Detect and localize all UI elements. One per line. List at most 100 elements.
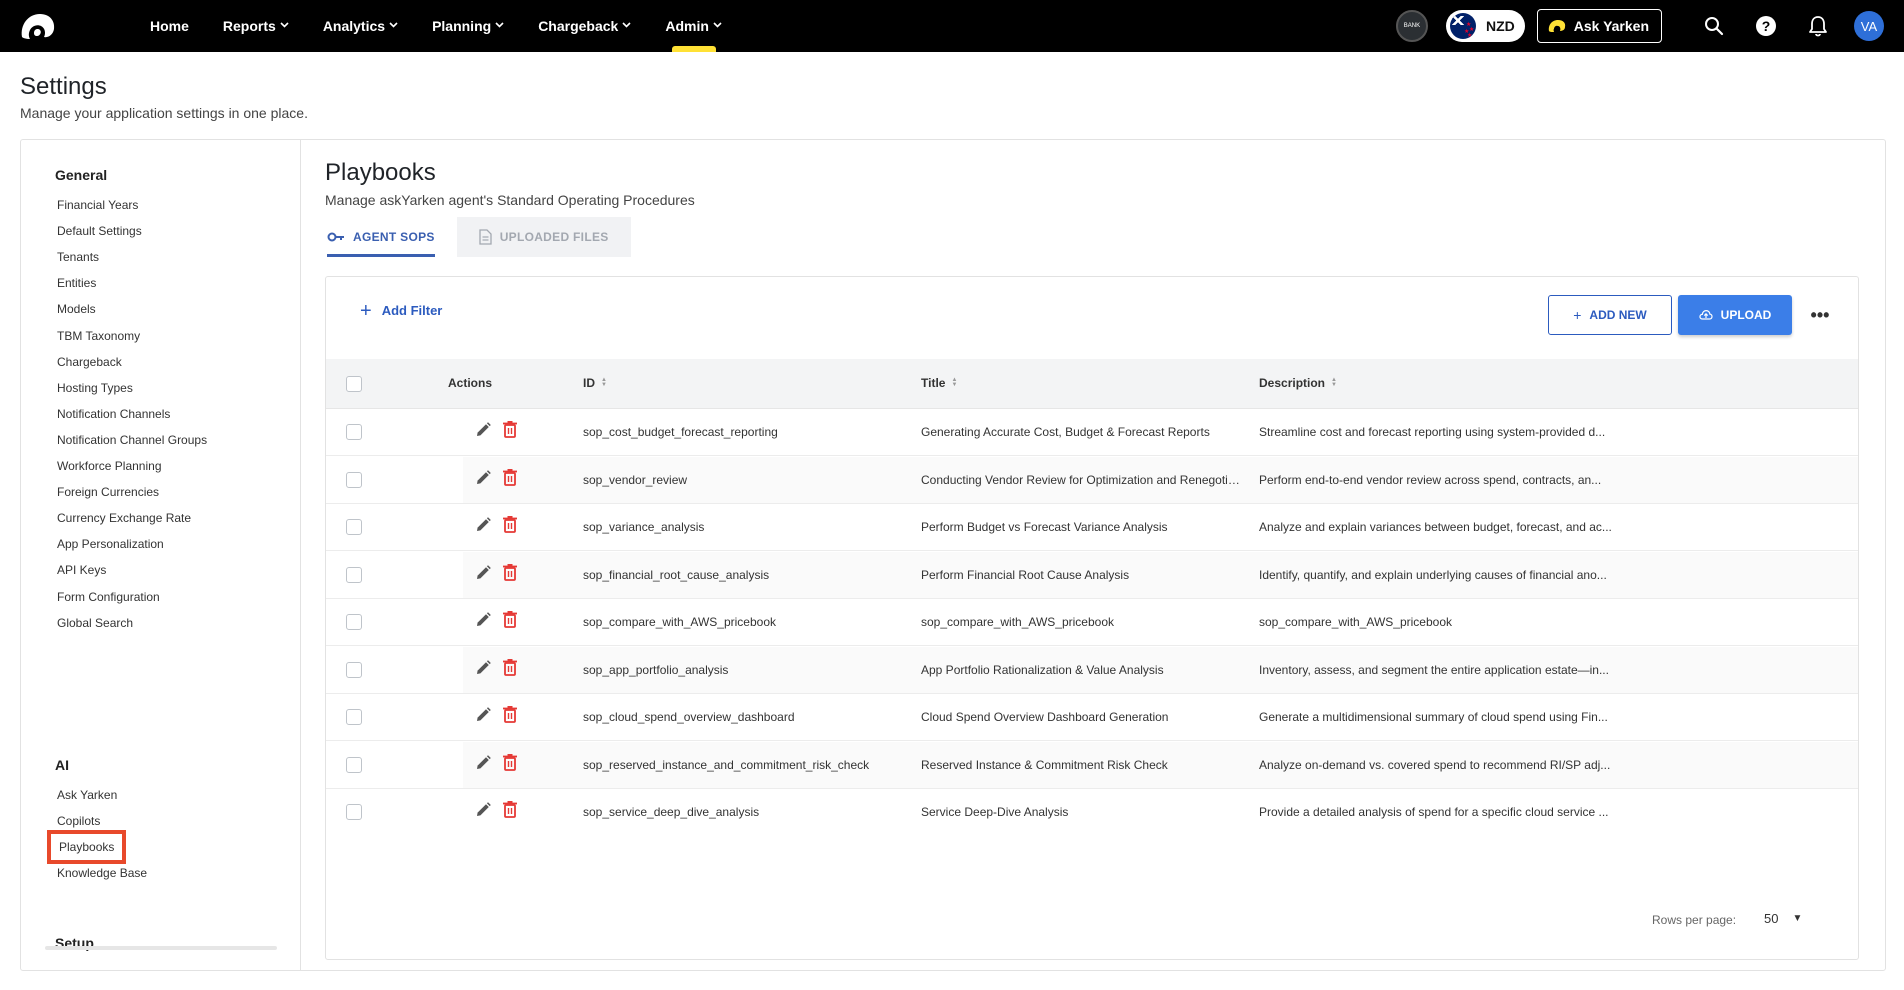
row-checkbox[interactable] xyxy=(346,709,362,725)
sidebar-item-global-search[interactable]: Global Search xyxy=(57,616,133,630)
nav-item-chargeback[interactable]: Chargeback xyxy=(538,0,631,52)
table-row[interactable]: sop_cloud_spend_overview_dashboard Cloud … xyxy=(326,694,1858,741)
sidebar-item-foreign-currencies[interactable]: Foreign Currencies xyxy=(57,485,159,499)
sidebar-item-app-personalization[interactable]: App Personalization xyxy=(57,537,164,551)
column-header-description[interactable]: Description ▲ ▼ xyxy=(1259,376,1337,390)
table-row[interactable]: sop_compare_with_AWS_pricebook sop_compar… xyxy=(326,599,1858,646)
table-row[interactable]: sop_service_deep_dive_analysis Service De… xyxy=(326,789,1858,821)
sidebar-scrollbar[interactable] xyxy=(45,946,277,950)
rows-per-page-select[interactable]: 50 ▼ xyxy=(1764,911,1802,926)
table-row[interactable]: sop_cost_budget_forecast_reporting Genera… xyxy=(326,409,1858,456)
cell-title: Service Deep-Dive Analysis xyxy=(921,805,1069,819)
delete-trash-icon[interactable] xyxy=(502,468,518,486)
edit-pencil-icon[interactable] xyxy=(474,469,492,487)
bell-icon[interactable] xyxy=(1792,0,1844,52)
table-row[interactable]: sop_variance_analysis Perform Budget vs F… xyxy=(326,504,1858,551)
delete-trash-icon[interactable] xyxy=(502,515,518,533)
ask-yarken-button[interactable]: Ask Yarken xyxy=(1536,9,1662,43)
sort-icon[interactable]: ▲ ▼ xyxy=(601,377,607,388)
row-checkbox[interactable] xyxy=(346,614,362,630)
search-icon[interactable] xyxy=(1688,0,1740,52)
edit-pencil-icon[interactable] xyxy=(474,516,492,534)
edit-pencil-icon[interactable] xyxy=(474,754,492,772)
sort-icon[interactable]: ▲ ▼ xyxy=(1331,377,1337,388)
row-checkbox[interactable] xyxy=(346,756,362,773)
nav-item-home[interactable]: Home xyxy=(150,0,189,52)
delete-trash-icon[interactable] xyxy=(502,420,518,438)
sidebar-item-models[interactable]: Models xyxy=(57,302,96,316)
help-icon[interactable]: ? xyxy=(1740,0,1792,52)
sort-icon[interactable]: ▲ ▼ xyxy=(951,377,957,388)
edit-pencil-icon[interactable] xyxy=(474,611,492,629)
tab-agent-sops[interactable]: AGENT SOPS xyxy=(305,217,457,257)
chevron-down-icon xyxy=(713,20,722,31)
bank-badge[interactable]: BANK xyxy=(1395,10,1428,42)
currency-selector[interactable]: ★ ★ ★ ★ NZD xyxy=(1445,10,1525,42)
sidebar-item-notification-channels[interactable]: Notification Channels xyxy=(57,407,170,421)
chevron-down-icon xyxy=(622,20,631,31)
add-new-button[interactable]: + ADD NEW xyxy=(1548,295,1672,335)
edit-pencil-icon[interactable] xyxy=(474,706,492,724)
sidebar-item-form-configuration[interactable]: Form Configuration xyxy=(57,590,160,604)
table-row[interactable]: sop_financial_root_cause_analysis Perform… xyxy=(326,551,1858,599)
sidebar-item-notification-channel-groups[interactable]: Notification Channel Groups xyxy=(57,433,207,447)
delete-trash-icon[interactable] xyxy=(502,705,518,723)
row-checkbox[interactable] xyxy=(346,471,362,488)
edit-pencil-icon[interactable] xyxy=(474,564,492,582)
table-row[interactable]: sop_app_portfolio_analysis App Portfolio … xyxy=(326,646,1858,694)
tab-uploaded-files[interactable]: UPLOADED FILES xyxy=(456,217,631,257)
topbar-tools: BANK ★ ★ ★ ★ NZD Ask Yarken ? VA xyxy=(1395,0,1904,52)
upload-label: UPLOAD xyxy=(1720,308,1772,322)
delete-trash-icon[interactable] xyxy=(502,563,518,581)
sidebar-item-workforce-planning[interactable]: Workforce Planning xyxy=(57,459,162,473)
user-avatar[interactable]: VA xyxy=(1854,11,1884,41)
delete-trash-icon[interactable] xyxy=(502,658,518,676)
add-filter-button[interactable]: + Add Filter xyxy=(360,301,443,321)
nav-item-admin[interactable]: Admin xyxy=(665,0,722,52)
main-nav: Home Reports Analytics Planning Chargeback Ad… xyxy=(150,0,756,52)
sidebar-item-knowledge-base[interactable]: Knowledge Base xyxy=(57,866,147,880)
rows-per-page-label: Rows per page: xyxy=(1652,913,1737,927)
nav-item-planning[interactable]: Planning xyxy=(432,0,504,52)
nav-item-reports[interactable]: Reports xyxy=(223,0,289,52)
pagination: Rows per page: 50 ▼ xyxy=(326,905,1858,935)
upload-button[interactable]: UPLOAD xyxy=(1678,295,1792,335)
table-row[interactable]: sop_vendor_review Conducting Vendor Revie… xyxy=(326,456,1858,504)
sidebar-item-entities[interactable]: Entities xyxy=(57,276,96,290)
sidebar-item-api-keys[interactable]: API Keys xyxy=(57,563,106,577)
row-checkbox[interactable] xyxy=(346,566,362,583)
row-checkbox[interactable] xyxy=(346,424,362,440)
yarken-logo-icon[interactable] xyxy=(18,11,56,41)
sidebar-heading-ai: AI xyxy=(55,757,69,773)
sidebar-item-tbm-taxonomy[interactable]: TBM Taxonomy xyxy=(57,329,140,343)
sidebar-item-playbooks[interactable]: Playbooks xyxy=(46,830,127,865)
delete-trash-icon[interactable] xyxy=(502,753,518,771)
sidebar-item-ask-yarken[interactable]: Ask Yarken xyxy=(57,788,117,802)
more-options-icon[interactable]: ••• xyxy=(1806,301,1834,329)
delete-trash-icon[interactable] xyxy=(502,800,518,818)
cell-description: Perform end-to-end vendor review across … xyxy=(1259,472,1602,487)
nav-item-label: Home xyxy=(150,18,189,34)
add-filter-label: Add Filter xyxy=(381,303,443,318)
edit-pencil-icon[interactable] xyxy=(474,421,492,439)
row-checkbox[interactable] xyxy=(346,804,362,820)
column-header-title[interactable]: Title ▲ ▼ xyxy=(921,376,957,390)
sidebar-item-default-settings[interactable]: Default Settings xyxy=(57,224,142,238)
sidebar-item-chargeback[interactable]: Chargeback xyxy=(57,355,122,369)
row-checkbox[interactable] xyxy=(346,661,362,678)
select-all-checkbox[interactable] xyxy=(346,376,362,392)
sidebar-item-tenants[interactable]: Tenants xyxy=(57,250,99,264)
sidebar-item-financial-years[interactable]: Financial Years xyxy=(57,198,138,212)
delete-trash-icon[interactable] xyxy=(502,610,518,628)
sidebar-item-currency-exchange-rate[interactable]: Currency Exchange Rate xyxy=(57,511,191,525)
row-checkbox[interactable] xyxy=(346,519,362,535)
sidebar-item-hosting-types[interactable]: Hosting Types xyxy=(57,381,133,395)
edit-pencil-icon[interactable] xyxy=(474,659,492,677)
table-row[interactable]: sop_reserved_instance_and_commitment_ris… xyxy=(326,741,1858,789)
cell-title: App Portfolio Rationalization & Value An… xyxy=(921,662,1164,677)
cell-id: sop_variance_analysis xyxy=(583,520,705,534)
nav-item-analytics[interactable]: Analytics xyxy=(323,0,398,52)
sidebar-item-copilots[interactable]: Copilots xyxy=(57,814,100,828)
edit-pencil-icon[interactable] xyxy=(474,801,492,819)
column-header-id[interactable]: ID ▲ ▼ xyxy=(583,376,607,390)
